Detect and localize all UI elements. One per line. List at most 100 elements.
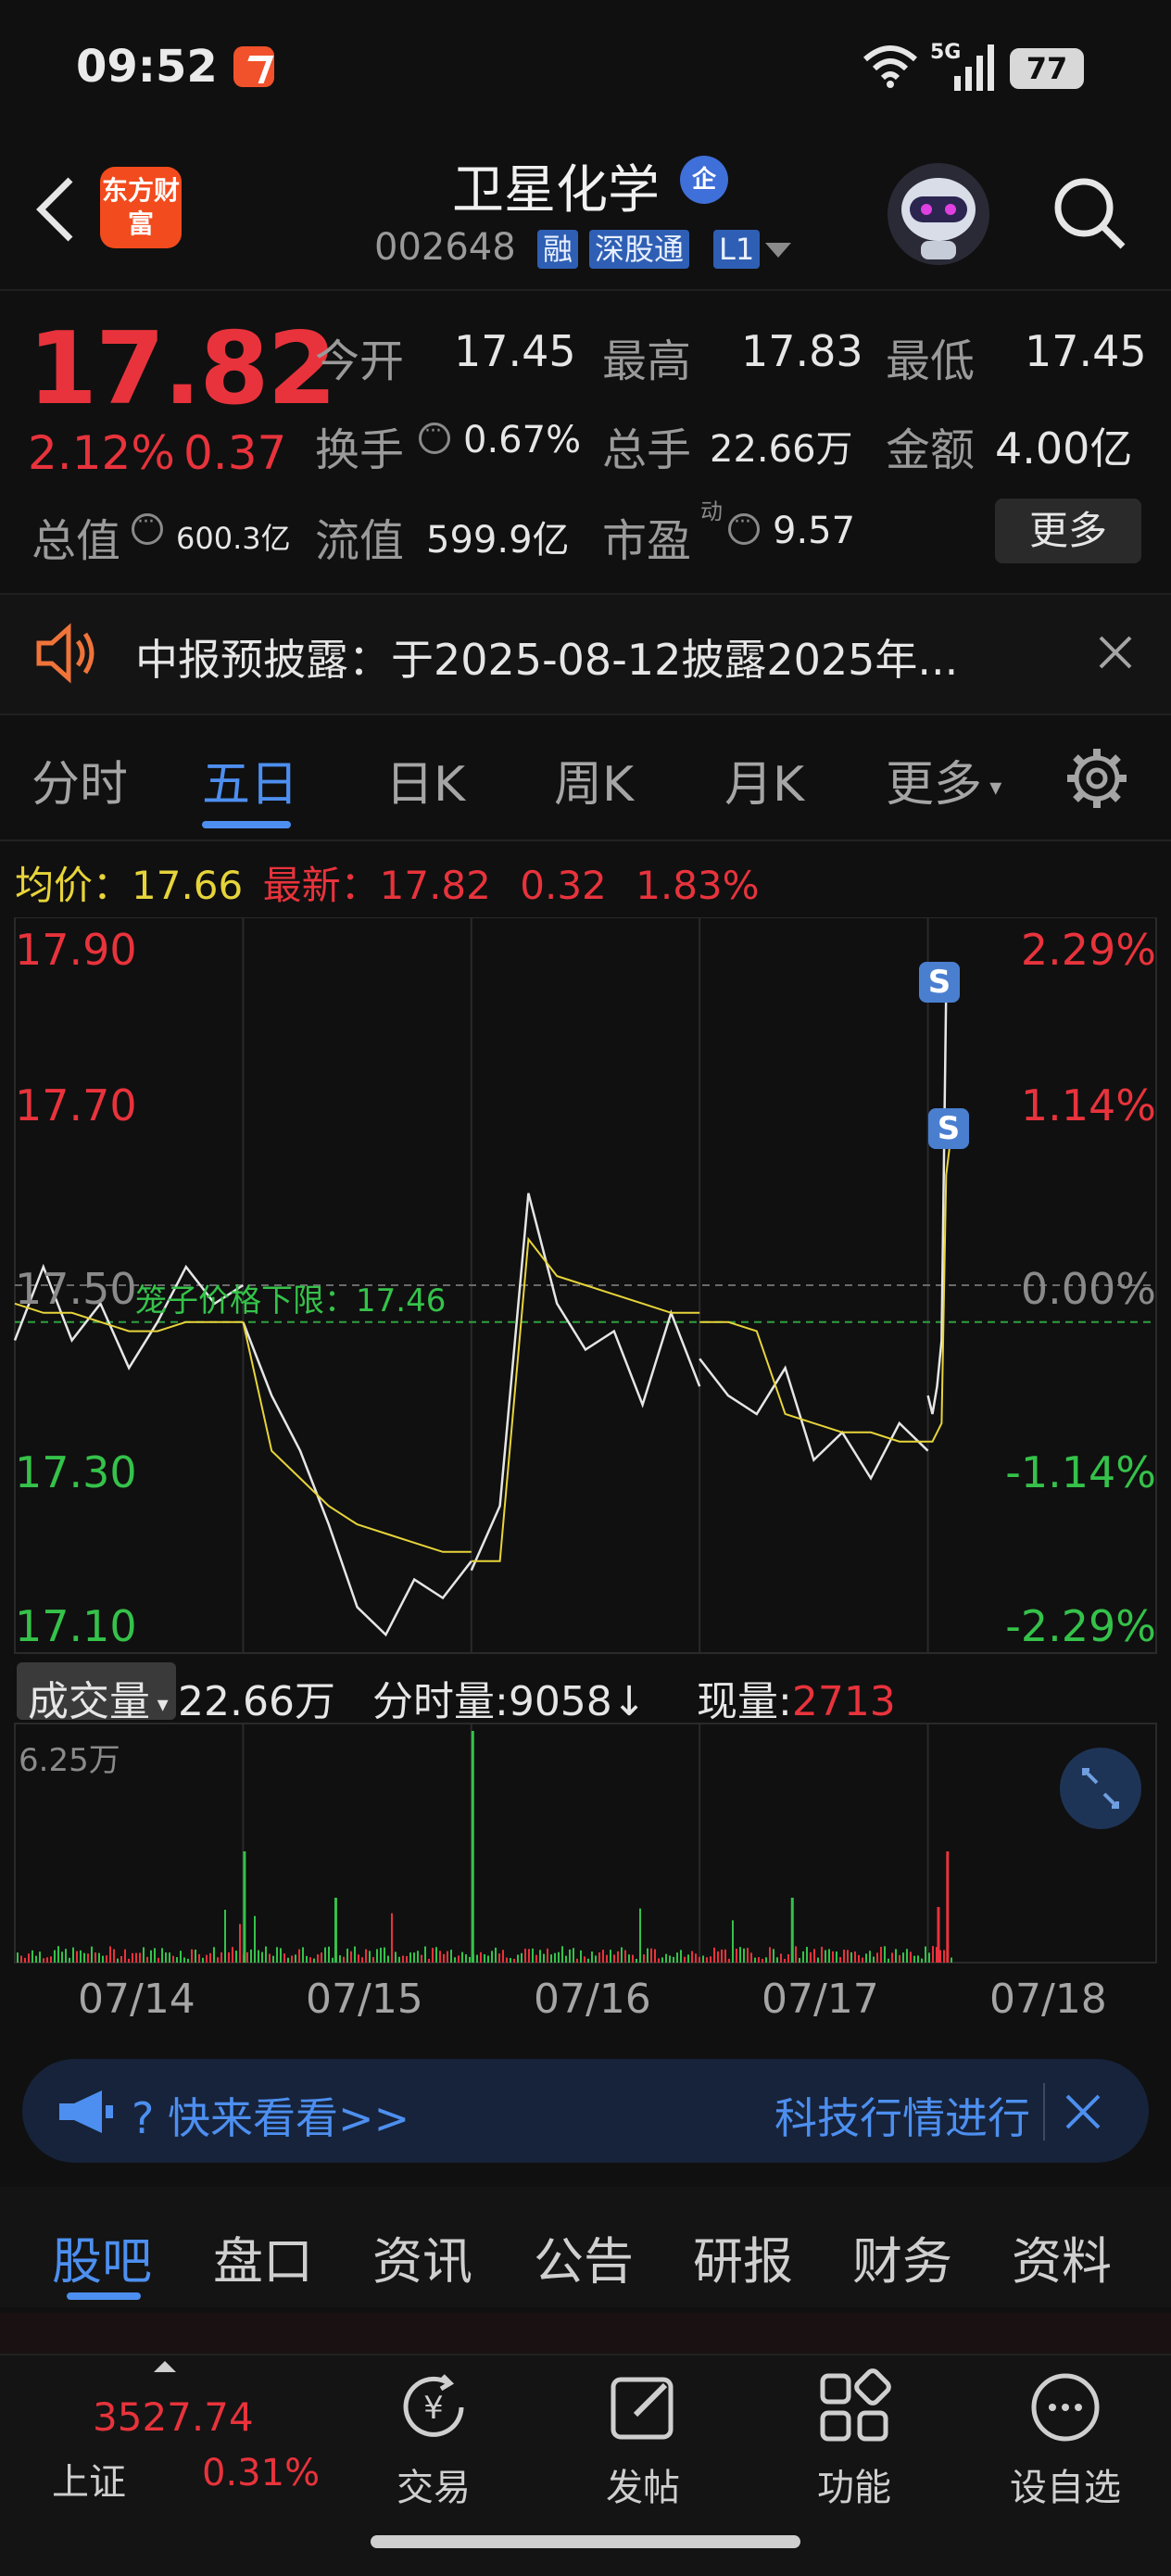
home-indicator[interactable] — [371, 2535, 800, 2548]
tab-five-day[interactable]: 五日 — [202, 745, 298, 814]
volume-bar — [365, 1949, 367, 1963]
volume-bar — [580, 1950, 582, 1963]
volume-bar — [328, 1946, 330, 1963]
date-label: 07/17 — [762, 1976, 879, 2023]
chevron-down-icon[interactable] — [765, 243, 791, 258]
avg-price-row: 均价：17.66 最新：17.82 0.32 1.83% — [15, 854, 760, 911]
tab-news[interactable]: 资讯 — [372, 2220, 472, 2293]
grid-icon[interactable] — [815, 2368, 893, 2446]
volume-bar — [665, 1953, 667, 1963]
status-time: 09:52 — [76, 41, 218, 93]
tab-announcements[interactable]: 公告 — [534, 2220, 634, 2293]
close-icon[interactable] — [1093, 630, 1138, 675]
index-percent[interactable]: 0.31% — [202, 2452, 320, 2494]
volume-bar — [773, 1949, 774, 1963]
current-volume: 现量:2713 — [697, 1678, 896, 1725]
volume-bar — [321, 1952, 322, 1963]
volume-bar — [413, 1952, 415, 1963]
volume-bar — [232, 1947, 233, 1963]
edit-icon[interactable] — [604, 2368, 682, 2446]
volume-bar — [98, 1952, 100, 1963]
volume-bar — [498, 1953, 500, 1963]
tab-intraday[interactable]: 分时 — [31, 745, 128, 814]
info-dots-icon[interactable] — [132, 511, 163, 545]
volume-bar — [506, 1957, 508, 1963]
dock-functions[interactable]: 功能 — [789, 2457, 919, 2511]
float-value: 599.9亿 — [426, 519, 570, 562]
stock-name[interactable]: 卫星化学 — [398, 148, 713, 223]
tab-finance[interactable]: 财务 — [852, 2220, 952, 2293]
five-day-chart[interactable] — [0, 917, 1171, 2059]
gear-icon[interactable] — [1065, 747, 1128, 810]
y-right-tick: 2.29% — [1020, 925, 1156, 975]
index-value[interactable]: 3527.74 — [93, 2394, 254, 2440]
close-icon[interactable] — [1062, 2090, 1104, 2133]
latest-change: 0.32 — [520, 863, 607, 908]
change-percent: 2.12% — [28, 426, 175, 480]
volume-indicator-label[interactable]: 成交量 ▾ — [28, 1668, 169, 1727]
volume-bar — [439, 1951, 441, 1963]
info-dots-icon[interactable] — [419, 420, 450, 454]
volume-bar — [72, 1947, 74, 1963]
volume-bar — [272, 1955, 274, 1963]
trade-icon[interactable]: ¥ — [395, 2368, 472, 2446]
more-circle-icon[interactable] — [1026, 2368, 1104, 2446]
volume-bar — [754, 1957, 756, 1963]
index-name[interactable]: 上证 — [52, 2452, 126, 2506]
date-label: 07/15 — [306, 1976, 423, 2023]
expand-icon[interactable] — [1060, 1748, 1141, 1829]
tab-monthly-k[interactable]: 月K — [724, 745, 804, 814]
notice-text[interactable]: 中报预披露：于2025-08-12披露2025年... — [135, 626, 958, 688]
volume-bar — [243, 1851, 246, 1963]
volume-bar — [471, 1731, 474, 1963]
volume-bar — [776, 1957, 778, 1963]
dock-add-watchlist[interactable]: 设自选 — [1001, 2457, 1130, 2511]
volume-bar — [376, 1949, 378, 1963]
tab-daily-k[interactable]: 日K — [385, 745, 465, 814]
dock-trade[interactable]: 交易 — [369, 2457, 498, 2511]
level-tag: L1 — [713, 230, 761, 269]
volume-bar — [76, 1951, 78, 1963]
back-icon[interactable] — [30, 172, 85, 246]
more-quote-button[interactable]: 更多 — [995, 499, 1141, 563]
sell-marker[interactable]: S — [919, 962, 960, 1003]
assistant-robot-icon[interactable] — [888, 163, 989, 265]
tab-guba[interactable]: 股吧 — [52, 2220, 152, 2293]
volume-total: 22.66万 — [178, 1678, 335, 1725]
tab-more[interactable]: 更多 ▾ — [886, 745, 1001, 814]
sell-marker[interactable]: S — [928, 1108, 969, 1149]
volume-bar — [825, 1950, 826, 1963]
volume-bar — [421, 1954, 422, 1963]
dock-post[interactable]: 发帖 — [578, 2457, 708, 2511]
volume-bar — [928, 1952, 930, 1963]
chevron-up-icon[interactable] — [154, 2361, 176, 2372]
volume-bar — [409, 1952, 411, 1963]
volume-bar — [28, 1953, 30, 1963]
volume-bar — [146, 1956, 148, 1963]
volume-bar — [224, 1910, 226, 1963]
tab-research[interactable]: 研报 — [693, 2220, 793, 2293]
volume-bar — [695, 1953, 697, 1963]
volume-bar — [828, 1949, 830, 1963]
volume-bar — [276, 1947, 278, 1963]
search-icon[interactable] — [1051, 174, 1128, 252]
wifi-icon — [863, 45, 917, 88]
volume-bar — [591, 1951, 593, 1963]
active-tab-indicator — [202, 821, 291, 828]
volume-bar — [595, 1955, 597, 1963]
tab-weekly-k[interactable]: 周K — [554, 745, 634, 814]
volume-bar — [339, 1955, 341, 1963]
promo-text-right[interactable]: 科技行情进行 — [774, 2085, 1030, 2146]
volume-bar — [361, 1957, 363, 1963]
volume-bar — [195, 1949, 196, 1963]
volume-bar — [528, 1949, 530, 1963]
volume-bar — [547, 1948, 548, 1963]
promo-text[interactable]: ? 快来看看>> — [132, 2085, 409, 2146]
volume-bar — [384, 1947, 385, 1963]
volume-bar — [406, 1955, 408, 1963]
volume-bar — [780, 1953, 782, 1963]
tab-profile[interactable]: 资料 — [1012, 2220, 1112, 2293]
info-dots-icon[interactable] — [728, 511, 760, 545]
tab-orderbook[interactable]: 盘口 — [213, 2220, 313, 2293]
turnover-label: 换手 — [315, 424, 405, 476]
